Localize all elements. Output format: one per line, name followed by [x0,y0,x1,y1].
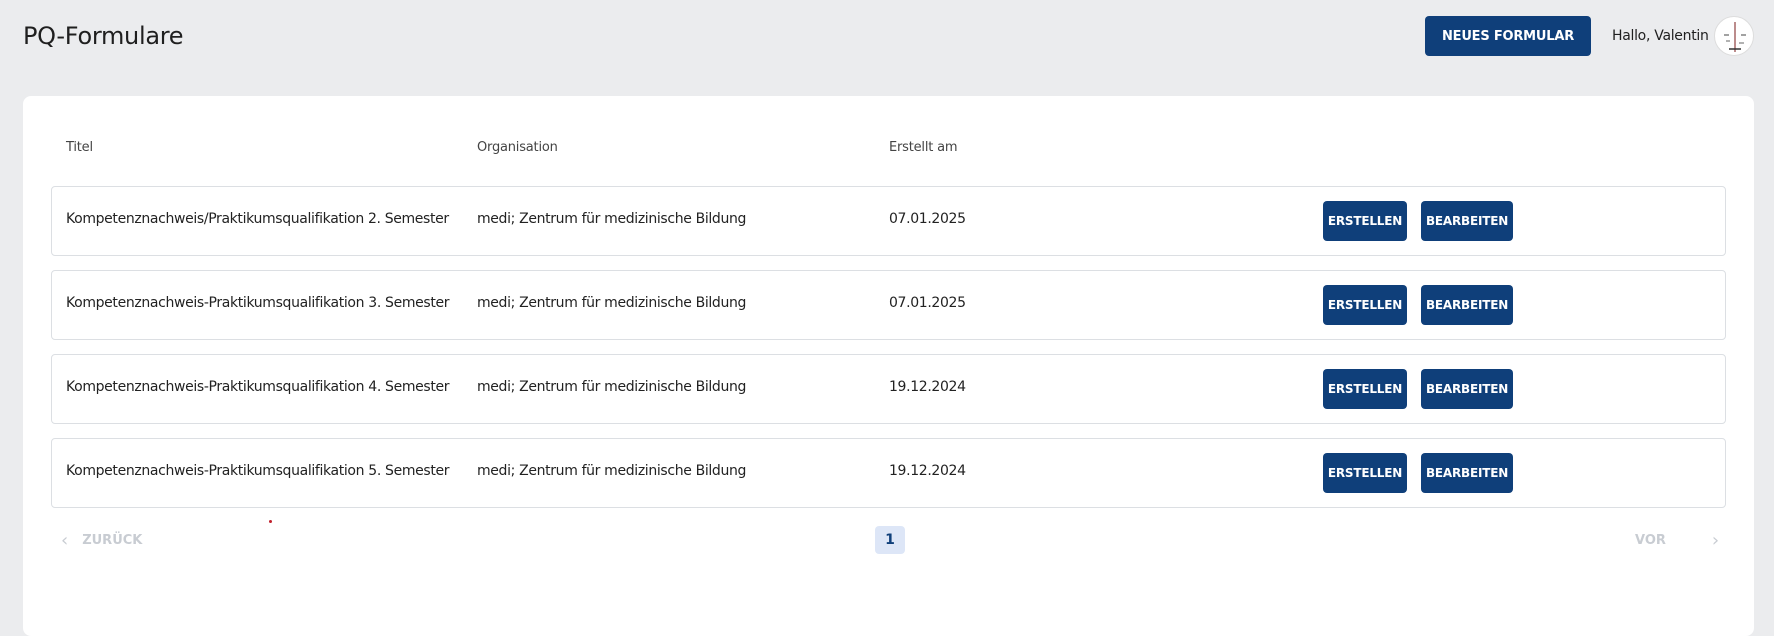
row-title: Kompetenznachweis-Praktikumsqualifikatio… [66,379,450,395]
row-created-date: 19.12.2024 [889,379,966,395]
row-organisation: medi; Zentrum für medizinische Bildung [477,211,747,227]
table-row: Kompetenznachweis-Praktikumsqualifikatio… [51,354,1726,424]
create-button[interactable]: ERSTELLEN [1323,201,1407,241]
table-row: Kompetenznachweis/Praktikumsqualifikatio… [51,186,1726,256]
column-header-organisation: Organisation [477,140,558,155]
table-header: Titel Organisation Erstellt am [23,140,1754,160]
previous-page-label: ZURÜCK [82,533,143,548]
row-created-date: 07.01.2025 [889,295,966,311]
edit-button[interactable]: BEARBEITEN [1421,369,1513,409]
next-page-button[interactable]: VOR › [1635,530,1719,551]
avatar[interactable] [1714,16,1754,56]
column-header-created: Erstellt am [889,140,958,155]
create-button[interactable]: ERSTELLEN [1323,369,1407,409]
edit-button[interactable]: BEARBEITEN [1421,201,1513,241]
page-number-current[interactable]: 1 [875,526,905,554]
table-row: Kompetenznachweis-Praktikumsqualifikatio… [51,438,1726,508]
edit-button[interactable]: BEARBEITEN [1421,453,1513,493]
avatar-clock-icon [1724,22,1746,52]
next-page-label: VOR [1635,533,1666,548]
top-bar: PQ-Formulare NEUES FORMULAR Hallo, Valen… [0,0,1774,74]
row-title: Kompetenznachweis/Praktikumsqualifikatio… [66,211,449,227]
decorative-dot [269,520,272,523]
chevron-left-icon: ‹ [61,530,69,551]
row-created-date: 07.01.2025 [889,211,966,227]
chevron-right-icon: › [1711,530,1720,551]
row-created-date: 19.12.2024 [889,463,966,479]
row-organisation: medi; Zentrum für medizinische Bildung [477,379,747,395]
row-title: Kompetenznachweis-Praktikumsqualifikatio… [66,295,450,311]
forms-card: Titel Organisation Erstellt am Kompetenz… [23,96,1754,636]
edit-button[interactable]: BEARBEITEN [1421,285,1513,325]
row-organisation: medi; Zentrum für medizinische Bildung [477,295,747,311]
new-form-button[interactable]: NEUES FORMULAR [1425,16,1591,56]
previous-page-button[interactable]: ‹ ZURÜCK [61,530,142,551]
create-button[interactable]: ERSTELLEN [1323,453,1407,493]
table-row: Kompetenznachweis-Praktikumsqualifikatio… [51,270,1726,340]
page-title: PQ-Formulare [23,22,184,50]
user-greeting: Hallo, Valentin [1612,28,1709,44]
row-title: Kompetenznachweis-Praktikumsqualifikatio… [66,463,450,479]
row-organisation: medi; Zentrum für medizinische Bildung [477,463,747,479]
column-header-title: Titel [66,140,93,155]
create-button[interactable]: ERSTELLEN [1323,285,1407,325]
pagination: ‹ ZURÜCK 1 VOR › [23,526,1754,556]
